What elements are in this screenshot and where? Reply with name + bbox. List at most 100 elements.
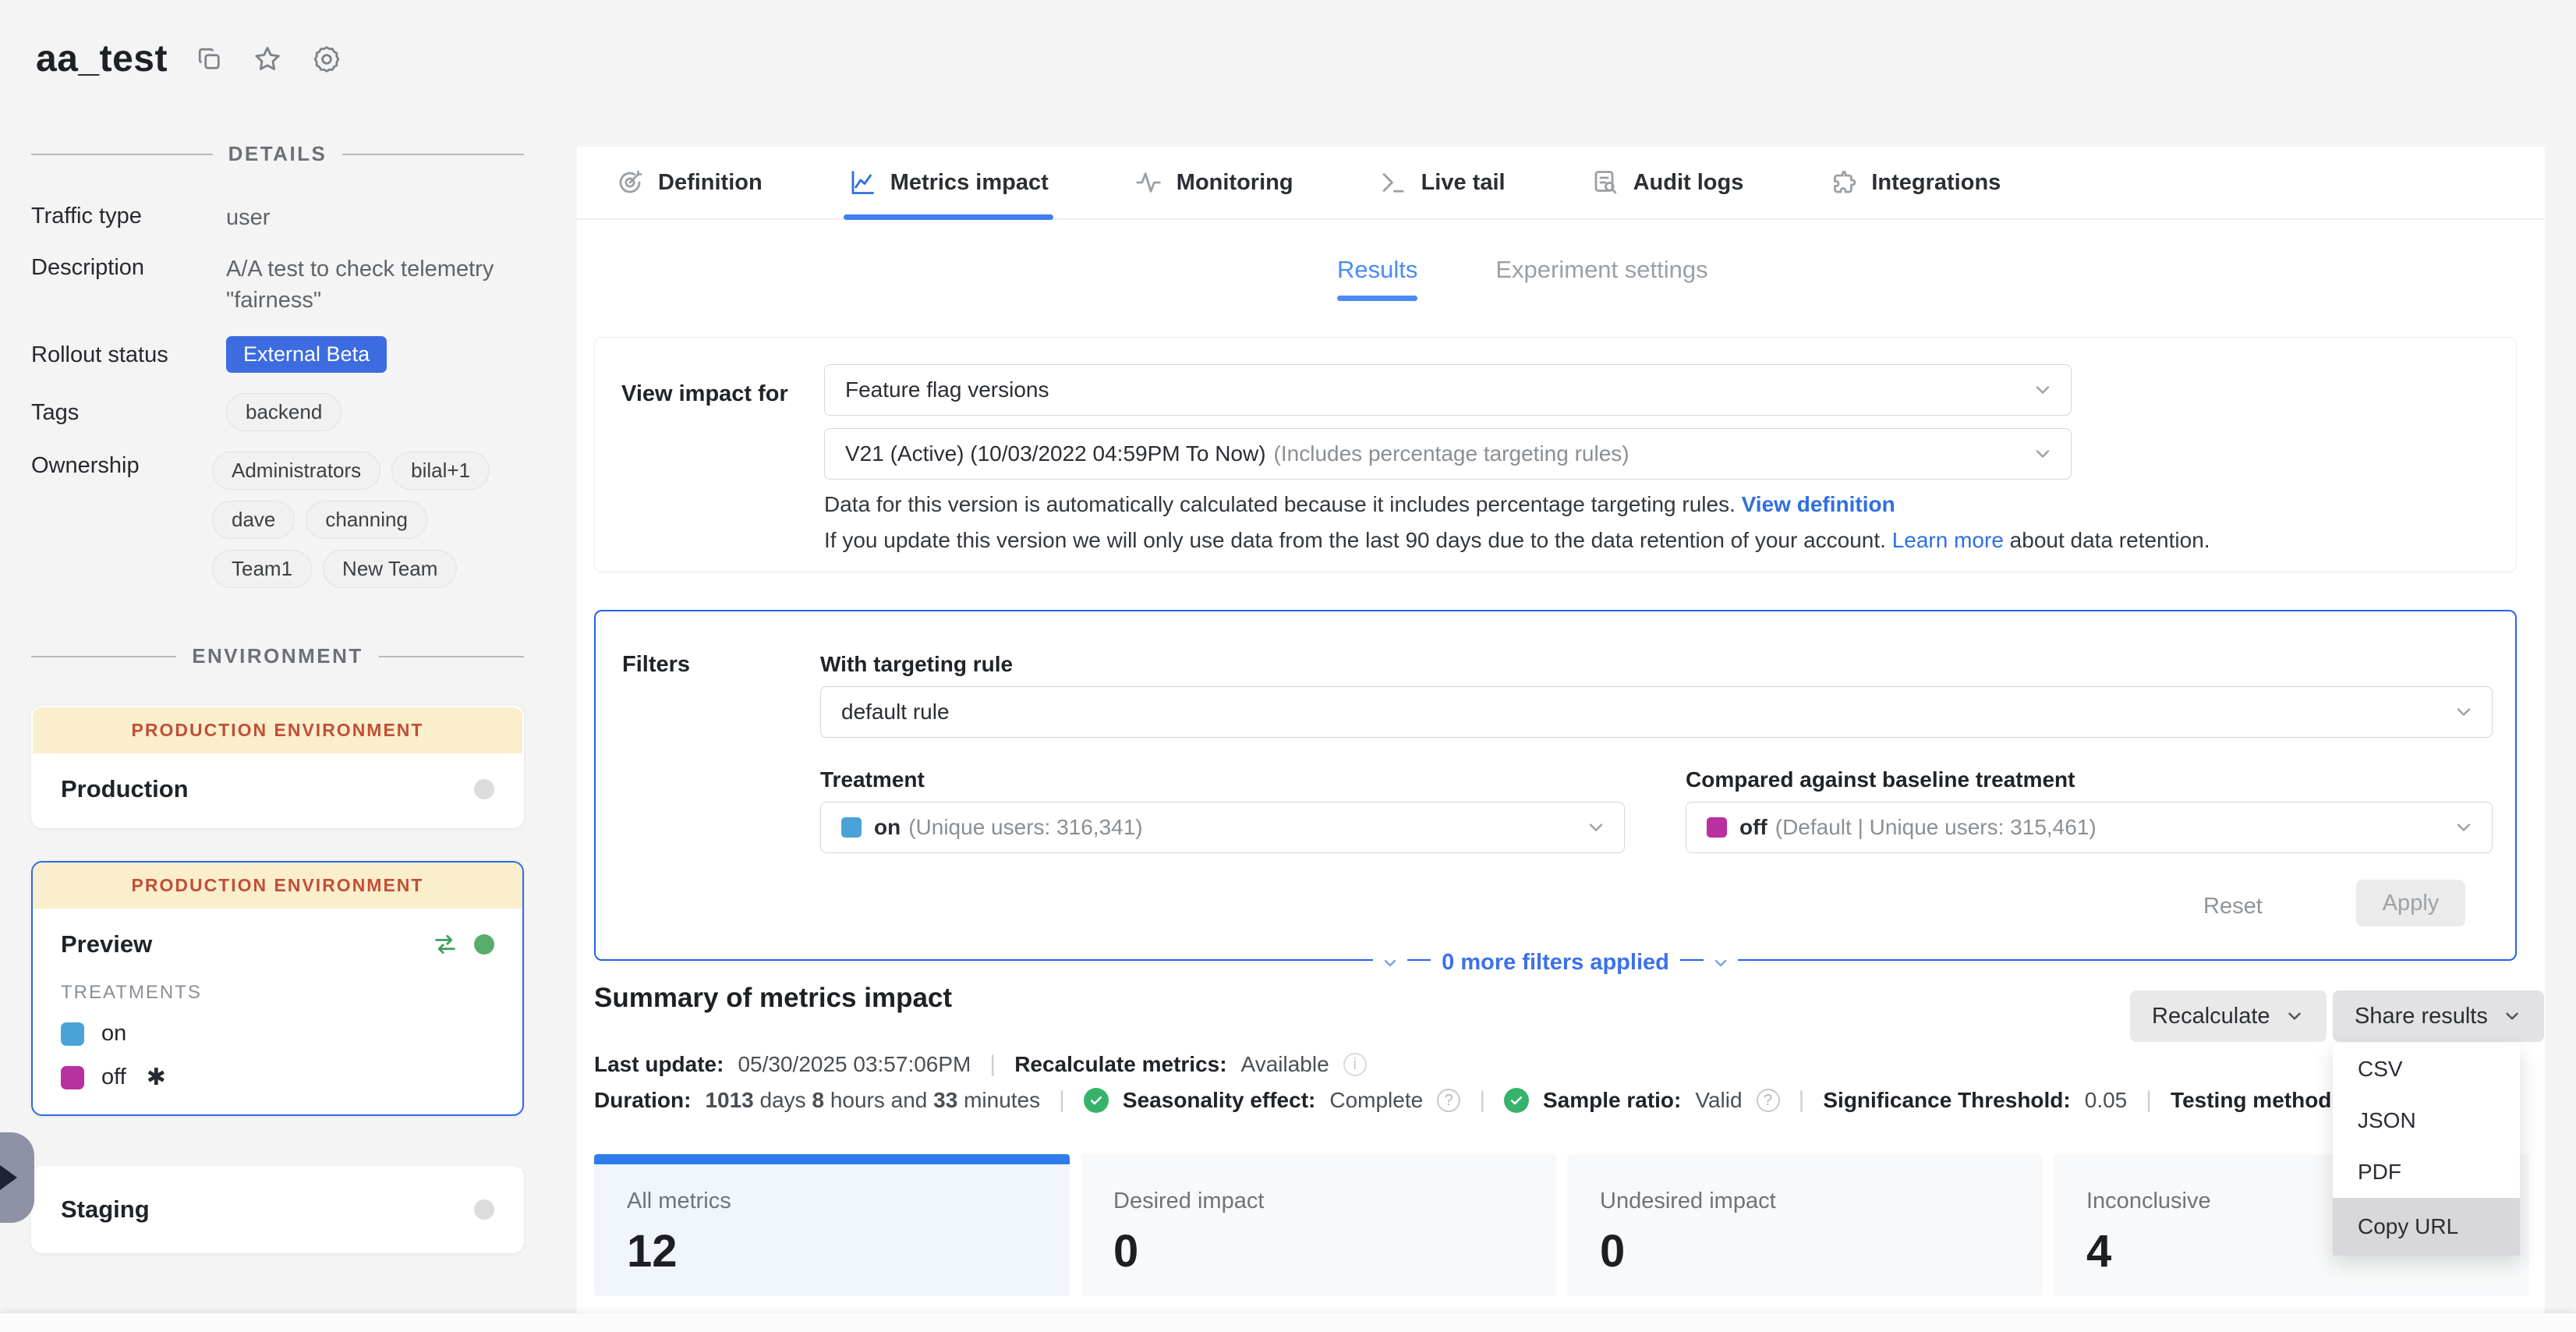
check-circle-icon [1504,1088,1529,1113]
view-impact-section: View impact for Feature flag versions V2… [594,337,2517,572]
owner-chip[interactable]: Team1 [212,550,312,588]
baseline-dropdown[interactable]: off (Default | Unique users: 315,461) [1686,802,2493,853]
subtab-experiment-settings[interactable]: Experiment settings [1495,256,1707,301]
impact-type-value: Feature flag versions [845,377,1049,402]
description-value: A/A test to check telemetry "fairness" [226,253,515,316]
chevron-down-icon [2453,701,2475,723]
card-label: Desired impact [1113,1189,1556,1214]
tab-integrations[interactable]: Integrations [1829,147,2001,218]
live-tail-icon [1379,168,1407,197]
tabs-bar: Definition Metrics impact Monitoring Liv… [577,147,2545,220]
info-icon[interactable]: i [1343,1053,1367,1076]
menu-item-pdf[interactable]: PDF [2333,1146,2520,1198]
tab-monitoring-label: Monitoring [1177,170,1293,196]
summary-meta-row-2: Duration: 1013 days 8 hours and 33 minut… [594,1087,2392,1114]
owner-chip[interactable]: New Team [323,550,457,588]
version-auto-note-text: Data for this version is automatically c… [824,492,1736,516]
targeting-rule-dropdown[interactable]: default rule [820,686,2493,738]
card-all-metrics[interactable]: All metrics 12 [594,1154,1070,1296]
more-filters-toggle[interactable]: 0 more filters applied [1431,950,1680,976]
last-update-label: Last update: [594,1052,724,1077]
chevron-down-icon [2032,379,2054,401]
significance-threshold-label: Significance Threshold: [1823,1088,2070,1113]
sidebar-expand-handle[interactable] [0,1132,34,1223]
version-dropdown[interactable]: V21 (Active) (10/03/2022 04:59PM To Now)… [824,428,2072,480]
divider: | [1474,1087,1490,1114]
environment-card-production[interactable]: PRODUCTION ENVIRONMENT Production [31,706,524,828]
menu-item-copy-url[interactable]: Copy URL [2333,1198,2520,1256]
bottom-scroll-strip[interactable] [0,1313,2576,1332]
tab-audit-logs[interactable]: Audit logs [1591,147,1744,218]
divider: | [1794,1087,1810,1114]
impact-type-dropdown[interactable]: Feature flag versions [824,364,2072,416]
question-icon[interactable]: ? [1437,1089,1460,1112]
view-definition-link[interactable]: View definition [1742,492,1895,516]
more-filters-row: 0 more filters applied [596,950,2515,976]
seasonality-value: Complete [1329,1088,1423,1113]
details-section-title: DETAILS [228,142,327,166]
ownership-chips: Administrators bilal+1 dave channing Tea… [212,452,524,588]
treatment-off-color-swatch [1707,817,1727,838]
tab-metrics-impact-label: Metrics impact [890,170,1049,196]
treatment-dropdown[interactable]: on (Unique users: 316,341) [820,802,1625,853]
question-icon[interactable]: ? [1757,1089,1780,1112]
environment-name-staging: Staging [61,1196,150,1224]
chevron-down-icon [2284,1006,2305,1026]
environment-name-preview: Preview [61,930,152,958]
gear-icon[interactable] [311,44,342,75]
recalculate-button[interactable]: Recalculate [2130,990,2327,1042]
sample-ratio-label: Sample ratio: [1543,1088,1681,1113]
treatment-on-color-swatch [61,1022,84,1046]
divider: | [985,1051,1000,1078]
card-desired-impact[interactable]: Desired impact 0 [1081,1154,1556,1296]
description-row: Description A/A test to check telemetry … [31,253,524,316]
card-undesired-impact[interactable]: Undesired impact 0 [1567,1154,2043,1296]
learn-more-link[interactable]: Learn more [1892,528,2004,552]
owner-chip[interactable]: bilal+1 [391,452,490,490]
results-subtabs: Results Experiment settings [1337,256,1708,301]
data-retention-text-tail: about data retention. [2010,528,2210,552]
chevron-down-icon[interactable] [1704,954,1738,972]
share-results-menu: CSV JSON PDF Copy URL [2333,1043,2520,1256]
tab-metrics-impact[interactable]: Metrics impact [848,147,1049,218]
divider [379,656,524,657]
tab-definition-label: Definition [658,170,763,196]
duration-minutes-num: 33 [933,1088,957,1112]
owner-chip[interactable]: dave [212,501,295,539]
tag-chip[interactable]: backend [226,393,341,431]
rollout-status-label: Rollout status [31,341,226,368]
share-results-button[interactable]: Share results [2333,990,2544,1042]
treatment-label: Treatment [820,767,925,792]
star-icon[interactable] [252,44,283,75]
copy-icon[interactable] [196,45,224,73]
page-title: aa_test [36,37,168,80]
menu-item-json[interactable]: JSON [2333,1095,2520,1146]
production-environment-banner: PRODUCTION ENVIRONMENT [33,707,522,753]
rollout-status-badge[interactable]: External Beta [226,336,387,373]
apply-button[interactable]: Apply [2356,880,2465,926]
chevron-down-icon[interactable] [1373,954,1407,972]
duration-hours-num: 8 [812,1088,824,1112]
tab-live-tail[interactable]: Live tail [1379,147,1506,218]
subtab-results[interactable]: Results [1337,256,1417,301]
owner-chip[interactable]: Administrators [212,452,380,490]
tab-monitoring[interactable]: Monitoring [1134,147,1293,218]
recalculate-metrics-value: Available [1241,1052,1329,1077]
view-impact-label: View impact for [621,381,788,407]
tags-label: Tags [31,399,226,426]
reset-button[interactable]: Reset [2203,894,2263,919]
targeting-rule-label: With targeting rule [820,652,1013,677]
recalculate-metrics-label: Recalculate metrics: [1014,1052,1226,1077]
environment-name-production: Production [61,775,189,803]
testing-method-label: Testing method: [2171,1088,2339,1113]
owner-chip[interactable]: channing [306,501,427,539]
tab-definition[interactable]: Definition [616,147,763,218]
check-circle-icon [1084,1088,1109,1113]
menu-item-csv[interactable]: CSV [2333,1043,2520,1095]
divider [31,656,176,657]
environment-card-staging[interactable]: Staging [31,1166,524,1253]
divider [342,154,524,155]
version-value: V21 (Active) (10/03/2022 04:59PM To Now) [845,441,1266,466]
environment-card-preview[interactable]: PRODUCTION ENVIRONMENT Preview TREATMENT… [31,861,524,1116]
sidebar: DETAILS Traffic type user Description A/… [31,142,524,1253]
